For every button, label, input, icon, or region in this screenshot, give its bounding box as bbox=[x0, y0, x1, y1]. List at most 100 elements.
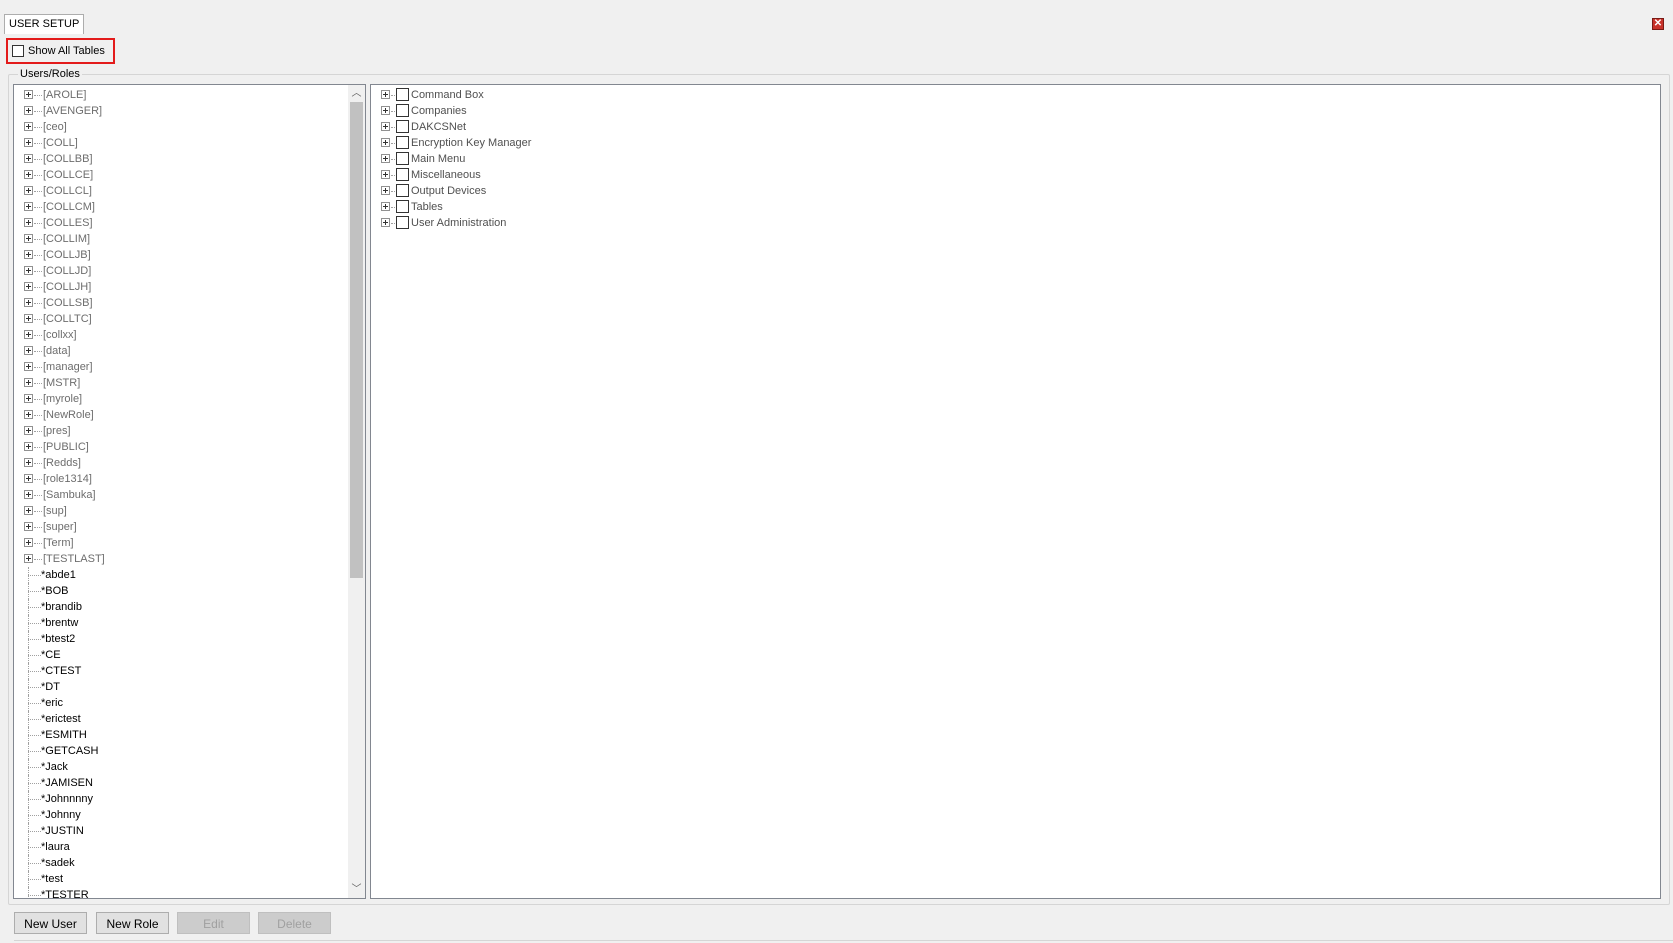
expand-icon[interactable] bbox=[24, 345, 33, 355]
role-tree-item[interactable]: [COLLTC] bbox=[14, 311, 365, 327]
expand-icon[interactable] bbox=[381, 169, 390, 179]
role-tree-item[interactable]: [COLLJB] bbox=[14, 247, 365, 263]
expand-icon[interactable] bbox=[381, 121, 390, 131]
permission-tree-item[interactable]: Companies bbox=[371, 103, 1660, 119]
expand-icon[interactable] bbox=[24, 233, 33, 243]
expand-icon[interactable] bbox=[24, 217, 33, 227]
role-tree-item[interactable]: [TESTLAST] bbox=[14, 551, 365, 567]
role-tree-item[interactable]: [COLLSB] bbox=[14, 295, 365, 311]
expand-icon[interactable] bbox=[381, 105, 390, 115]
role-tree-item[interactable]: [COLLIM] bbox=[14, 231, 365, 247]
expand-icon[interactable] bbox=[381, 137, 390, 147]
user-tree-item[interactable]: *sadek bbox=[14, 855, 365, 871]
expand-icon[interactable] bbox=[24, 265, 33, 275]
permission-tree-item[interactable]: Command Box bbox=[371, 87, 1660, 103]
role-tree-item[interactable]: [Sambuka] bbox=[14, 487, 365, 503]
expand-icon[interactable] bbox=[381, 201, 390, 211]
expand-icon[interactable] bbox=[24, 297, 33, 307]
permission-checkbox[interactable] bbox=[396, 199, 409, 213]
expand-icon[interactable] bbox=[381, 89, 390, 99]
role-tree-item[interactable]: [Term] bbox=[14, 535, 365, 551]
role-tree-item[interactable]: [Redds] bbox=[14, 455, 365, 471]
permission-checkbox[interactable] bbox=[396, 215, 409, 229]
expand-icon[interactable] bbox=[24, 137, 33, 147]
expand-icon[interactable] bbox=[24, 473, 33, 483]
users-roles-tree[interactable]: [AROLE] [AVENGER] [ceo] [COLL] [COLLBB] [COLL… bbox=[13, 84, 366, 899]
user-tree-item[interactable]: *abde1 bbox=[14, 567, 365, 583]
scroll-up-icon[interactable]: ︿ bbox=[348, 85, 365, 102]
role-tree-item[interactable]: [ceo] bbox=[14, 119, 365, 135]
role-tree-item[interactable]: [AVENGER] bbox=[14, 103, 365, 119]
role-tree-item[interactable]: [PUBLIC] bbox=[14, 439, 365, 455]
expand-icon[interactable] bbox=[24, 89, 33, 99]
expand-icon[interactable] bbox=[24, 105, 33, 115]
user-tree-item[interactable]: *brandib bbox=[14, 599, 365, 615]
expand-icon[interactable] bbox=[24, 425, 33, 435]
permission-checkbox[interactable] bbox=[396, 119, 409, 133]
permission-tree-item[interactable]: User Administration bbox=[371, 215, 1660, 231]
delete-button[interactable]: Delete bbox=[258, 912, 331, 934]
role-tree-item[interactable]: [manager] bbox=[14, 359, 365, 375]
scroll-thumb[interactable] bbox=[350, 102, 363, 578]
user-tree-item[interactable]: *CE bbox=[14, 647, 365, 663]
role-tree-item[interactable]: [COLLJH] bbox=[14, 279, 365, 295]
user-tree-item[interactable]: *erictest bbox=[14, 711, 365, 727]
expand-icon[interactable] bbox=[24, 169, 33, 179]
role-tree-item[interactable]: [sup] bbox=[14, 503, 365, 519]
expand-icon[interactable] bbox=[24, 377, 33, 387]
checkbox-box[interactable] bbox=[12, 45, 24, 57]
expand-icon[interactable] bbox=[24, 313, 33, 323]
role-tree-item[interactable]: [NewRole] bbox=[14, 407, 365, 423]
role-tree-item[interactable]: [COLLCE] bbox=[14, 167, 365, 183]
role-tree-item[interactable]: [AROLE] bbox=[14, 87, 365, 103]
user-tree-item[interactable]: *TESTER bbox=[14, 887, 365, 898]
permission-checkbox[interactable] bbox=[396, 151, 409, 165]
user-tree-item[interactable]: *Jack bbox=[14, 759, 365, 775]
permission-tree-item[interactable]: Output Devices bbox=[371, 183, 1660, 199]
expand-icon[interactable] bbox=[24, 201, 33, 211]
user-tree-item[interactable]: *DT bbox=[14, 679, 365, 695]
permission-checkbox[interactable] bbox=[396, 183, 409, 197]
new-user-button[interactable]: New User bbox=[14, 912, 87, 934]
permission-tree-item[interactable]: DAKCSNet bbox=[371, 119, 1660, 135]
expand-icon[interactable] bbox=[24, 409, 33, 419]
edit-button[interactable]: Edit bbox=[177, 912, 250, 934]
user-tree-item[interactable]: *Johnnnny bbox=[14, 791, 365, 807]
role-tree-item[interactable]: [COLL] bbox=[14, 135, 365, 151]
role-tree-item[interactable]: [data] bbox=[14, 343, 365, 359]
expand-icon[interactable] bbox=[24, 249, 33, 259]
user-tree-item[interactable]: *Johnny bbox=[14, 807, 365, 823]
permission-checkbox[interactable] bbox=[396, 135, 409, 149]
expand-icon[interactable] bbox=[24, 153, 33, 163]
expand-icon[interactable] bbox=[381, 217, 390, 227]
permission-tree-item[interactable]: Tables bbox=[371, 199, 1660, 215]
role-tree-item[interactable]: [COLLCL] bbox=[14, 183, 365, 199]
expand-icon[interactable] bbox=[24, 521, 33, 531]
role-tree-item[interactable]: [COLLJD] bbox=[14, 263, 365, 279]
expand-icon[interactable] bbox=[24, 457, 33, 467]
role-tree-item[interactable]: [COLLBB] bbox=[14, 151, 365, 167]
expand-icon[interactable] bbox=[381, 153, 390, 163]
role-tree-item[interactable]: [COLLES] bbox=[14, 215, 365, 231]
user-tree-item[interactable]: *JUSTIN bbox=[14, 823, 365, 839]
new-role-button[interactable]: New Role bbox=[96, 912, 169, 934]
expand-icon[interactable] bbox=[24, 489, 33, 499]
user-tree-item[interactable]: *test bbox=[14, 871, 365, 887]
expand-icon[interactable] bbox=[381, 185, 390, 195]
permission-tree-item[interactable]: Encryption Key Manager bbox=[371, 135, 1660, 151]
role-tree-item[interactable]: [role1314] bbox=[14, 471, 365, 487]
role-tree-item[interactable]: [collxx] bbox=[14, 327, 365, 343]
expand-icon[interactable] bbox=[24, 329, 33, 339]
expand-icon[interactable] bbox=[24, 121, 33, 131]
role-tree-item[interactable]: [super] bbox=[14, 519, 365, 535]
permission-tree-item[interactable]: Main Menu bbox=[371, 151, 1660, 167]
user-tree-item[interactable]: *CTEST bbox=[14, 663, 365, 679]
user-tree-item[interactable]: *ESMITH bbox=[14, 727, 365, 743]
show-all-tables-checkbox[interactable]: Show All Tables bbox=[6, 38, 115, 64]
permission-tree-item[interactable]: Miscellaneous bbox=[371, 167, 1660, 183]
vertical-scrollbar[interactable]: ︿ ﹀ bbox=[348, 85, 365, 898]
expand-icon[interactable] bbox=[24, 537, 33, 547]
user-tree-item[interactable]: *eric bbox=[14, 695, 365, 711]
role-tree-item[interactable]: [pres] bbox=[14, 423, 365, 439]
permission-checkbox[interactable] bbox=[396, 167, 409, 181]
